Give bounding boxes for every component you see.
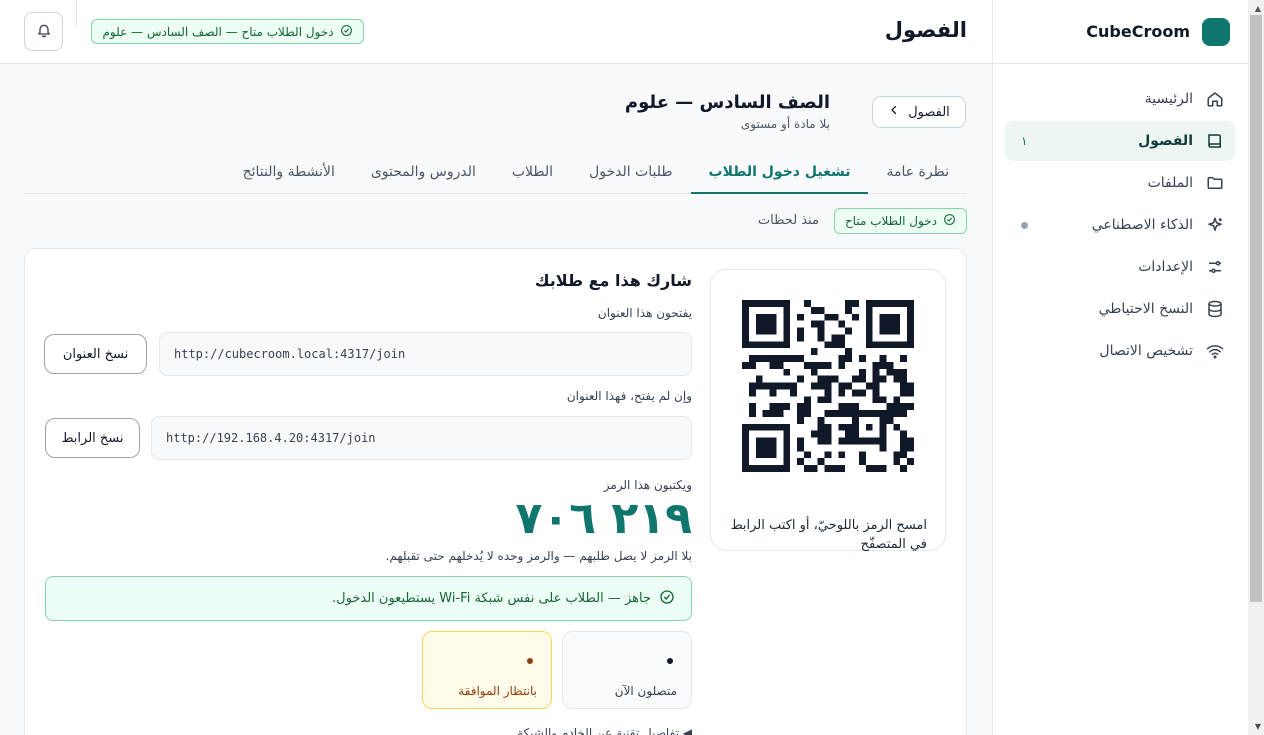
notifications-button[interactable] <box>24 12 63 51</box>
check-circle-icon <box>340 24 353 40</box>
brand-logo <box>1202 17 1230 46</box>
sidebar: CubeCroom الرئيسية الفصول ١ الملفات الذك… <box>992 0 1248 735</box>
page-scrollbar[interactable]: ▲ ▼ <box>1248 0 1264 735</box>
sidebar-item-classes[interactable]: الفصول ١ <box>1005 121 1235 161</box>
check-circle-icon <box>943 213 956 229</box>
pill-text: دخول الطلاب متاح — الصف السادس — علوم <box>102 24 334 39</box>
tab-students[interactable]: الطلاب <box>494 150 571 193</box>
status-timestamp: منذ لحظات <box>757 213 819 228</box>
connected-now-stat: متصلون الآن <box>562 631 692 709</box>
page-title: الفصول <box>884 18 967 42</box>
technical-details-toggle[interactable]: ◀ تفاصيل تقنية عن الخادم والشبكة <box>517 726 692 735</box>
sidebar-item-backup[interactable]: النسخ الاحتياطي <box>1005 289 1235 329</box>
book-icon <box>1205 131 1225 151</box>
connected-dot <box>667 658 673 664</box>
tab-lessons[interactable]: الدروس والمحتوى <box>353 150 494 193</box>
sidebar-item-home[interactable]: الرئيسية <box>1005 79 1235 119</box>
sidebar-item-label: الإعدادات <box>1138 259 1193 275</box>
status-text: دخول الطلاب متاح <box>844 214 937 228</box>
divider <box>76 0 77 27</box>
brand-name: CubeCroom <box>1086 22 1190 41</box>
status-badge: دخول الطلاب متاح <box>833 208 967 234</box>
check-circle-icon <box>659 589 675 609</box>
code-note: بلا الرمز لا يصل طلبهم — والرمز وحده لا … <box>385 549 692 563</box>
share-title: شارك هذا مع طلابك <box>534 271 692 290</box>
code-label: ويكتبون هذا الرمز <box>603 478 692 492</box>
qr-caption: امسح الرمز باللوحيّ، أو اكتب الرابط في ا… <box>730 518 927 552</box>
copy-address-button[interactable]: نسخ العنوان <box>44 334 147 374</box>
scroll-up-arrow-icon[interactable]: ▲ <box>1255 4 1261 13</box>
copy-link-button[interactable]: نسخ الرابط <box>45 418 140 458</box>
ready-text: جاهز — الطلاب على نفس شبكة Wi-Fi يستطيعو… <box>332 591 651 606</box>
home-icon <box>1205 89 1225 109</box>
scrollbar-thumb[interactable] <box>1250 15 1262 602</box>
status-dot <box>1021 222 1028 229</box>
fallback-url-label: وإن لم يفتح، فهذا العنوان <box>566 389 692 403</box>
sparkle-icon <box>1205 215 1225 235</box>
folder-icon <box>1205 173 1225 193</box>
brand: CubeCroom <box>993 0 1248 64</box>
back-label: الفصول <box>908 104 950 120</box>
wifi-icon <box>1205 341 1225 361</box>
sidebar-item-label: الرئيسية <box>1144 91 1193 107</box>
student-access-card: امسح الرمز باللوحيّ، أو اكتب الرابط في ا… <box>24 248 967 735</box>
tab-join-requests[interactable]: طلبات الدخول <box>571 150 690 193</box>
class-title: الصف السادس — علوم <box>624 92 830 113</box>
sidebar-item-label: النسخ الاحتياطي <box>1098 301 1193 317</box>
sidebar-item-label: الذكاء الاصطناعي <box>1091 217 1193 233</box>
pending-dot <box>527 658 533 664</box>
tab-student-access[interactable]: تشغيل دخول الطلاب <box>690 150 869 194</box>
qr-code <box>742 300 914 472</box>
count-badge: ١ <box>1021 134 1028 148</box>
scroll-down-arrow-icon[interactable]: ▼ <box>1255 722 1261 731</box>
database-icon <box>1205 299 1225 319</box>
class-subtitle: بلا مادة أو مستوى <box>740 117 830 131</box>
sidebar-item-settings[interactable]: الإعدادات <box>1005 247 1235 287</box>
sidebar-item-ai[interactable]: الذكاء الاصطناعي <box>1005 205 1235 245</box>
class-tabs: نظرة عامة تشغيل دخول الطلاب طلبات الدخول… <box>24 150 967 194</box>
chevron-left-icon <box>888 104 900 120</box>
sidebar-nav: الرئيسية الفصول ١ الملفات الذكاء الاصطنا… <box>993 64 1248 371</box>
topbar: الفصول دخول الطلاب متاح — الصف السادس — … <box>0 0 992 64</box>
sidebar-item-label: الملفات <box>1147 175 1193 191</box>
url-label: يفتحون هذا العنوان <box>597 306 692 320</box>
qr-panel: امسح الرمز باللوحيّ، أو اكتب الرابط في ا… <box>710 269 946 552</box>
tab-overview[interactable]: نظرة عامة <box>868 150 967 193</box>
sidebar-item-label: الفصول <box>1138 133 1193 149</box>
back-to-classes-button[interactable]: الفصول <box>872 96 966 128</box>
bell-icon <box>36 22 52 42</box>
fallback-url-field[interactable]: http://192.168.4.20:4317/join <box>151 416 692 460</box>
pending-approval-stat: بانتظار الموافقة <box>422 631 552 709</box>
stat-label: بانتظار الموافقة <box>458 684 537 698</box>
join-code: ٢١٩ ٧٠٦ <box>515 493 692 544</box>
join-url-field[interactable]: http://cubecroom.local:4317/join <box>159 332 692 376</box>
sidebar-item-diagnostics[interactable]: تشخيص الاتصال <box>1005 331 1235 371</box>
student-access-pill: دخول الطلاب متاح — الصف السادس — علوم <box>91 19 364 44</box>
ready-banner: جاهز — الطلاب على نفس شبكة Wi-Fi يستطيعو… <box>45 576 692 621</box>
sliders-icon <box>1205 257 1225 277</box>
sidebar-item-files[interactable]: الملفات <box>1005 163 1235 203</box>
sidebar-item-label: تشخيص الاتصال <box>1099 343 1193 359</box>
stat-label: متصلون الآن <box>614 684 677 698</box>
tab-activities[interactable]: الأنشطة والنتائج <box>225 150 353 193</box>
